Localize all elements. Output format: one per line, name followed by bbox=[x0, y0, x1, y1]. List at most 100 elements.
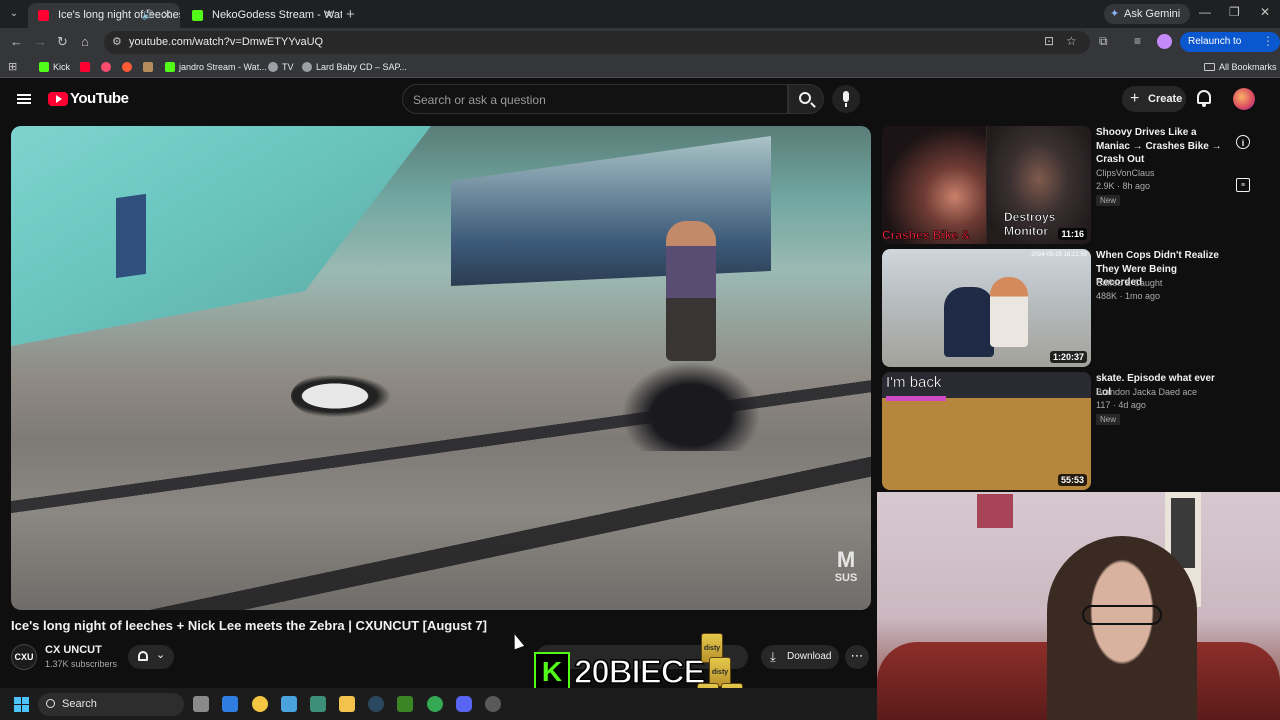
account-avatar[interactable] bbox=[1233, 88, 1255, 110]
recommended-video[interactable]: 2024-05-25 16:21:59 1:20:37 When Cops Di… bbox=[882, 249, 1262, 367]
bookmark-youtube[interactable] bbox=[80, 56, 94, 78]
edge-icon[interactable] bbox=[252, 696, 268, 712]
extensions-puzzle-icon[interactable]: ⧉ bbox=[1099, 34, 1108, 49]
steam-icon[interactable] bbox=[368, 696, 384, 712]
windows-taskbar: Search bbox=[0, 688, 877, 720]
close-tab-icon[interactable]: ✕ bbox=[324, 3, 334, 28]
kick-favicon-icon bbox=[192, 10, 203, 21]
create-button[interactable]: + Create bbox=[1122, 86, 1186, 112]
notifications-bell-icon[interactable] bbox=[1197, 90, 1211, 107]
address-bar[interactable]: ⚙ youtube.com/watch?v=DmwETYYvaUQ ⊡ ☆ bbox=[104, 31, 1090, 54]
forward-arrow-icon[interactable]: → bbox=[34, 34, 47, 49]
tab-title: NekoGodess Stream - Watch Li bbox=[212, 9, 342, 21]
bookmark-star-icon[interactable]: ☆ bbox=[1066, 34, 1077, 48]
mouse-cursor-icon bbox=[509, 632, 525, 650]
download-button[interactable]: ⤓ Download bbox=[761, 645, 839, 669]
new-tab-plus-icon[interactable]: + bbox=[346, 6, 355, 23]
home-icon[interactable]: ⌂ bbox=[81, 34, 89, 49]
search-box bbox=[402, 84, 788, 114]
browser-toolbar: ← → ↻ ⌂ ⚙ youtube.com/watch?v=DmwETYYvaU… bbox=[0, 28, 1280, 56]
widgets-icon[interactable] bbox=[222, 696, 238, 712]
youtube-logo-text[interactable]: YouTube bbox=[70, 90, 129, 107]
recommended-video[interactable]: Crashes Bike & Destroys Monitor 11:16 Sh… bbox=[882, 126, 1262, 244]
watermark-text: SUS bbox=[834, 572, 858, 584]
bookmark-kick[interactable]: Kick bbox=[39, 56, 70, 78]
video-frame-rider bbox=[666, 221, 716, 361]
back-arrow-icon[interactable]: ← bbox=[10, 34, 23, 49]
bookmark-label: TV bbox=[282, 62, 294, 72]
url-text[interactable]: youtube.com/watch?v=DmwETYYvaUQ bbox=[129, 31, 323, 54]
bookmark-tv[interactable]: TV bbox=[268, 56, 294, 78]
browser-menu-icon[interactable]: ⋮ bbox=[1262, 34, 1274, 48]
more-actions-icon[interactable]: ⋯ bbox=[845, 645, 869, 669]
video-frame-wall bbox=[11, 126, 431, 346]
youtube-logo-icon[interactable] bbox=[48, 92, 68, 106]
video-thumbnail[interactable]: 2024-05-25 16:21:59 1:20:37 bbox=[882, 249, 1091, 367]
browser-tab-bar: ⌄ Ice's long night of leeches 🔊 ✕ NekoGo… bbox=[0, 0, 1280, 28]
hamburger-menu-icon[interactable] bbox=[17, 94, 31, 104]
taskbar-search[interactable]: Search bbox=[38, 693, 184, 716]
minimize-icon[interactable]: — bbox=[1199, 5, 1211, 19]
channel-name[interactable]: CX UNCUT bbox=[45, 644, 102, 656]
duration-badge: 1:20:37 bbox=[1049, 351, 1087, 363]
chat-icon[interactable]: ≡ bbox=[1236, 178, 1250, 192]
video-frame-shopfront bbox=[451, 136, 771, 286]
site-info-icon[interactable]: ⚙ bbox=[112, 35, 122, 48]
tab-search-chevron-icon[interactable]: ⌄ bbox=[6, 6, 22, 22]
video-player[interactable]: M SUS bbox=[11, 126, 871, 610]
bookmark-3[interactable] bbox=[122, 56, 136, 78]
recommended-title[interactable]: Shoovy Drives Like a Maniac → Crashes Bi… bbox=[1096, 126, 1222, 167]
task-view-icon[interactable] bbox=[193, 696, 209, 712]
minecraft-icon[interactable] bbox=[397, 696, 413, 712]
recommended-channel[interactable]: ClipsVonClaus bbox=[1096, 168, 1155, 178]
windows-start-icon[interactable] bbox=[14, 697, 29, 712]
wall-poster bbox=[977, 494, 1013, 528]
bookmarks-bar: Kick jandro Stream - Wat... TV Lard Baby… bbox=[0, 56, 1280, 78]
recommended-channel[interactable]: Brandon Jacka Daed ace bbox=[1096, 387, 1197, 397]
calculator-icon[interactable] bbox=[310, 696, 326, 712]
new-badge: New bbox=[1096, 414, 1121, 425]
apps-grid-icon[interactable]: ⊞ bbox=[8, 60, 17, 73]
bookmark-2[interactable] bbox=[101, 56, 115, 78]
close-window-icon[interactable]: ✕ bbox=[1260, 5, 1270, 19]
subscription-notification-button[interactable]: ⌄ bbox=[128, 645, 174, 669]
close-tab-icon[interactable]: ✕ bbox=[162, 3, 172, 28]
bookmark-jandro[interactable]: jandro Stream - Wat... bbox=[165, 56, 267, 78]
voice-search-mic-icon[interactable] bbox=[832, 85, 860, 113]
browser-profile-avatar[interactable] bbox=[1157, 34, 1172, 49]
restore-icon[interactable]: ❐ bbox=[1229, 5, 1240, 19]
folder-icon bbox=[1204, 63, 1215, 71]
chrome-icon[interactable] bbox=[427, 696, 443, 712]
youtube-favicon-icon bbox=[38, 10, 49, 21]
info-icon[interactable]: i bbox=[1236, 135, 1250, 149]
recommended-channel[interactable]: Cuffed & Caught bbox=[1096, 278, 1162, 288]
all-bookmarks-label: All Bookmarks bbox=[1219, 62, 1277, 72]
recommended-video[interactable]: I'm back 55:53 skate. Episode what ever … bbox=[882, 372, 1262, 490]
media-control-icon[interactable]: ≡ bbox=[1134, 34, 1141, 48]
recommended-meta: 488K · 1mo ago bbox=[1096, 291, 1161, 301]
search-icon bbox=[46, 699, 55, 708]
ask-gemini-button[interactable]: ✦ Ask Gemini bbox=[1104, 4, 1191, 24]
all-bookmarks-button[interactable]: All Bookmarks bbox=[1204, 56, 1277, 78]
bookmark-lard-baby[interactable]: Lard Baby CD – SAP... bbox=[302, 56, 407, 78]
file-explorer-icon[interactable] bbox=[339, 696, 355, 712]
streamer bbox=[1047, 536, 1197, 720]
channel-avatar[interactable]: CXU bbox=[11, 644, 37, 670]
video-title: Ice's long night of leeches + Nick Lee m… bbox=[11, 618, 487, 633]
video-thumbnail[interactable]: Crashes Bike & Destroys Monitor 11:16 bbox=[882, 126, 1091, 244]
discord-icon[interactable] bbox=[456, 696, 472, 712]
thumbnail-left-panel bbox=[882, 126, 986, 244]
tab-kick-stream[interactable]: NekoGodess Stream - Watch Li ✕ bbox=[182, 3, 342, 28]
bookmark-site-icon bbox=[143, 62, 153, 72]
search-input[interactable] bbox=[413, 91, 773, 109]
photos-icon[interactable] bbox=[281, 696, 297, 712]
reload-icon[interactable]: ↻ bbox=[57, 34, 68, 50]
install-app-icon[interactable]: ⊡ bbox=[1044, 34, 1054, 48]
tab-youtube[interactable]: Ice's long night of leeches 🔊 ✕ bbox=[28, 3, 180, 28]
ask-gemini-label: Ask Gemini bbox=[1124, 8, 1181, 20]
search-button[interactable] bbox=[788, 84, 824, 114]
video-thumbnail[interactable]: I'm back 55:53 bbox=[882, 372, 1091, 490]
speaker-icon[interactable]: 🔊 bbox=[142, 3, 154, 28]
obs-icon[interactable] bbox=[485, 696, 501, 712]
bookmark-4[interactable] bbox=[143, 56, 157, 78]
